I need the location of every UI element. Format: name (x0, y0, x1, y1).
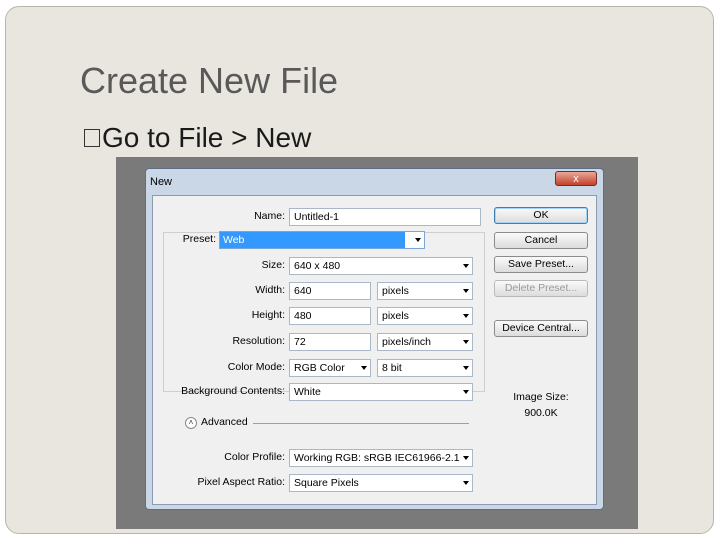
image-size-label: Image Size: (513, 391, 569, 403)
bullet-line: Go to File > New (84, 122, 311, 154)
size-label: Size: (261, 259, 285, 271)
color-mode-label: Color Mode: (227, 361, 285, 373)
preset-label: Preset: (180, 233, 218, 245)
advanced-divider (253, 423, 469, 424)
preset-value: Web (220, 232, 405, 248)
width-unit-select[interactable]: pixels (377, 282, 473, 300)
slide-title: Create New File (80, 60, 339, 101)
resolution-unit-select[interactable]: pixels/inch (377, 333, 473, 351)
width-unit-value: pixels (382, 285, 409, 297)
name-input[interactable]: Untitled-1 (289, 208, 481, 226)
resolution-unit-value: pixels/inch (382, 336, 432, 348)
ok-button[interactable]: OK (494, 207, 588, 224)
device-central-button[interactable]: Device Central... (494, 320, 588, 337)
size-select[interactable]: 640 x 480 (289, 257, 473, 275)
background-contents-select[interactable]: White (289, 383, 473, 401)
image-size-value: 900.0K (524, 407, 558, 419)
width-input[interactable]: 640 (289, 282, 371, 300)
save-preset-button[interactable]: Save Preset... (494, 256, 588, 273)
pixel-aspect-ratio-label: Pixel Aspect Ratio: (197, 476, 285, 488)
chevron-down-icon (463, 314, 469, 318)
bullet-icon (84, 129, 100, 147)
resolution-input[interactable]: 72 (289, 333, 371, 351)
chevron-down-icon (463, 390, 469, 394)
height-unit-select[interactable]: pixels (377, 307, 473, 325)
color-profile-label: Color Profile: (224, 451, 285, 463)
chevron-down-icon (463, 366, 469, 370)
bit-depth-select[interactable]: 8 bit (377, 359, 473, 377)
advanced-toggle-icon[interactable]: ˄ (185, 417, 197, 429)
chevron-down-icon (463, 481, 469, 485)
width-label: Width: (255, 284, 285, 296)
dialog-title: New (150, 176, 173, 188)
delete-preset-button[interactable]: Delete Preset... (494, 280, 588, 297)
advanced-label: Advanced (201, 416, 248, 428)
background-contents-label: Background Contents: (181, 385, 285, 397)
cancel-button[interactable]: Cancel (494, 232, 588, 249)
color-mode-select[interactable]: RGB Color (289, 359, 371, 377)
height-unit-value: pixels (382, 310, 409, 322)
preset-select[interactable]: Web (219, 231, 425, 249)
color-mode-value: RGB Color (294, 362, 345, 374)
chevron-down-icon (463, 264, 469, 268)
chevron-down-icon (463, 289, 469, 293)
dialog-body: Name: Untitled-1 Preset: Web Size: 640 x… (152, 195, 597, 505)
bit-depth-value: 8 bit (382, 362, 402, 374)
chevron-down-icon (415, 238, 421, 242)
background-contents-value: White (294, 386, 321, 398)
height-label: Height: (251, 309, 285, 321)
chevron-down-icon (463, 340, 469, 344)
bullet-text: Go to File > New (102, 122, 312, 153)
new-file-dialog: New x Name: Untitled-1 Preset: Web Size:… (145, 168, 604, 510)
color-profile-value: Working RGB: sRGB IEC61966-2.1 (294, 452, 460, 464)
close-button[interactable]: x (555, 171, 597, 186)
size-value: 640 x 480 (294, 260, 341, 272)
height-input[interactable]: 480 (289, 307, 371, 325)
chevron-down-icon (463, 456, 469, 460)
chevron-down-icon (361, 366, 367, 370)
name-label: Name: (254, 210, 285, 222)
pixel-aspect-ratio-value: Square Pixels (294, 477, 359, 489)
resolution-label: Resolution: (232, 335, 285, 347)
pixel-aspect-ratio-select[interactable]: Square Pixels (289, 474, 473, 492)
color-profile-select[interactable]: Working RGB: sRGB IEC61966-2.1 (289, 449, 473, 467)
